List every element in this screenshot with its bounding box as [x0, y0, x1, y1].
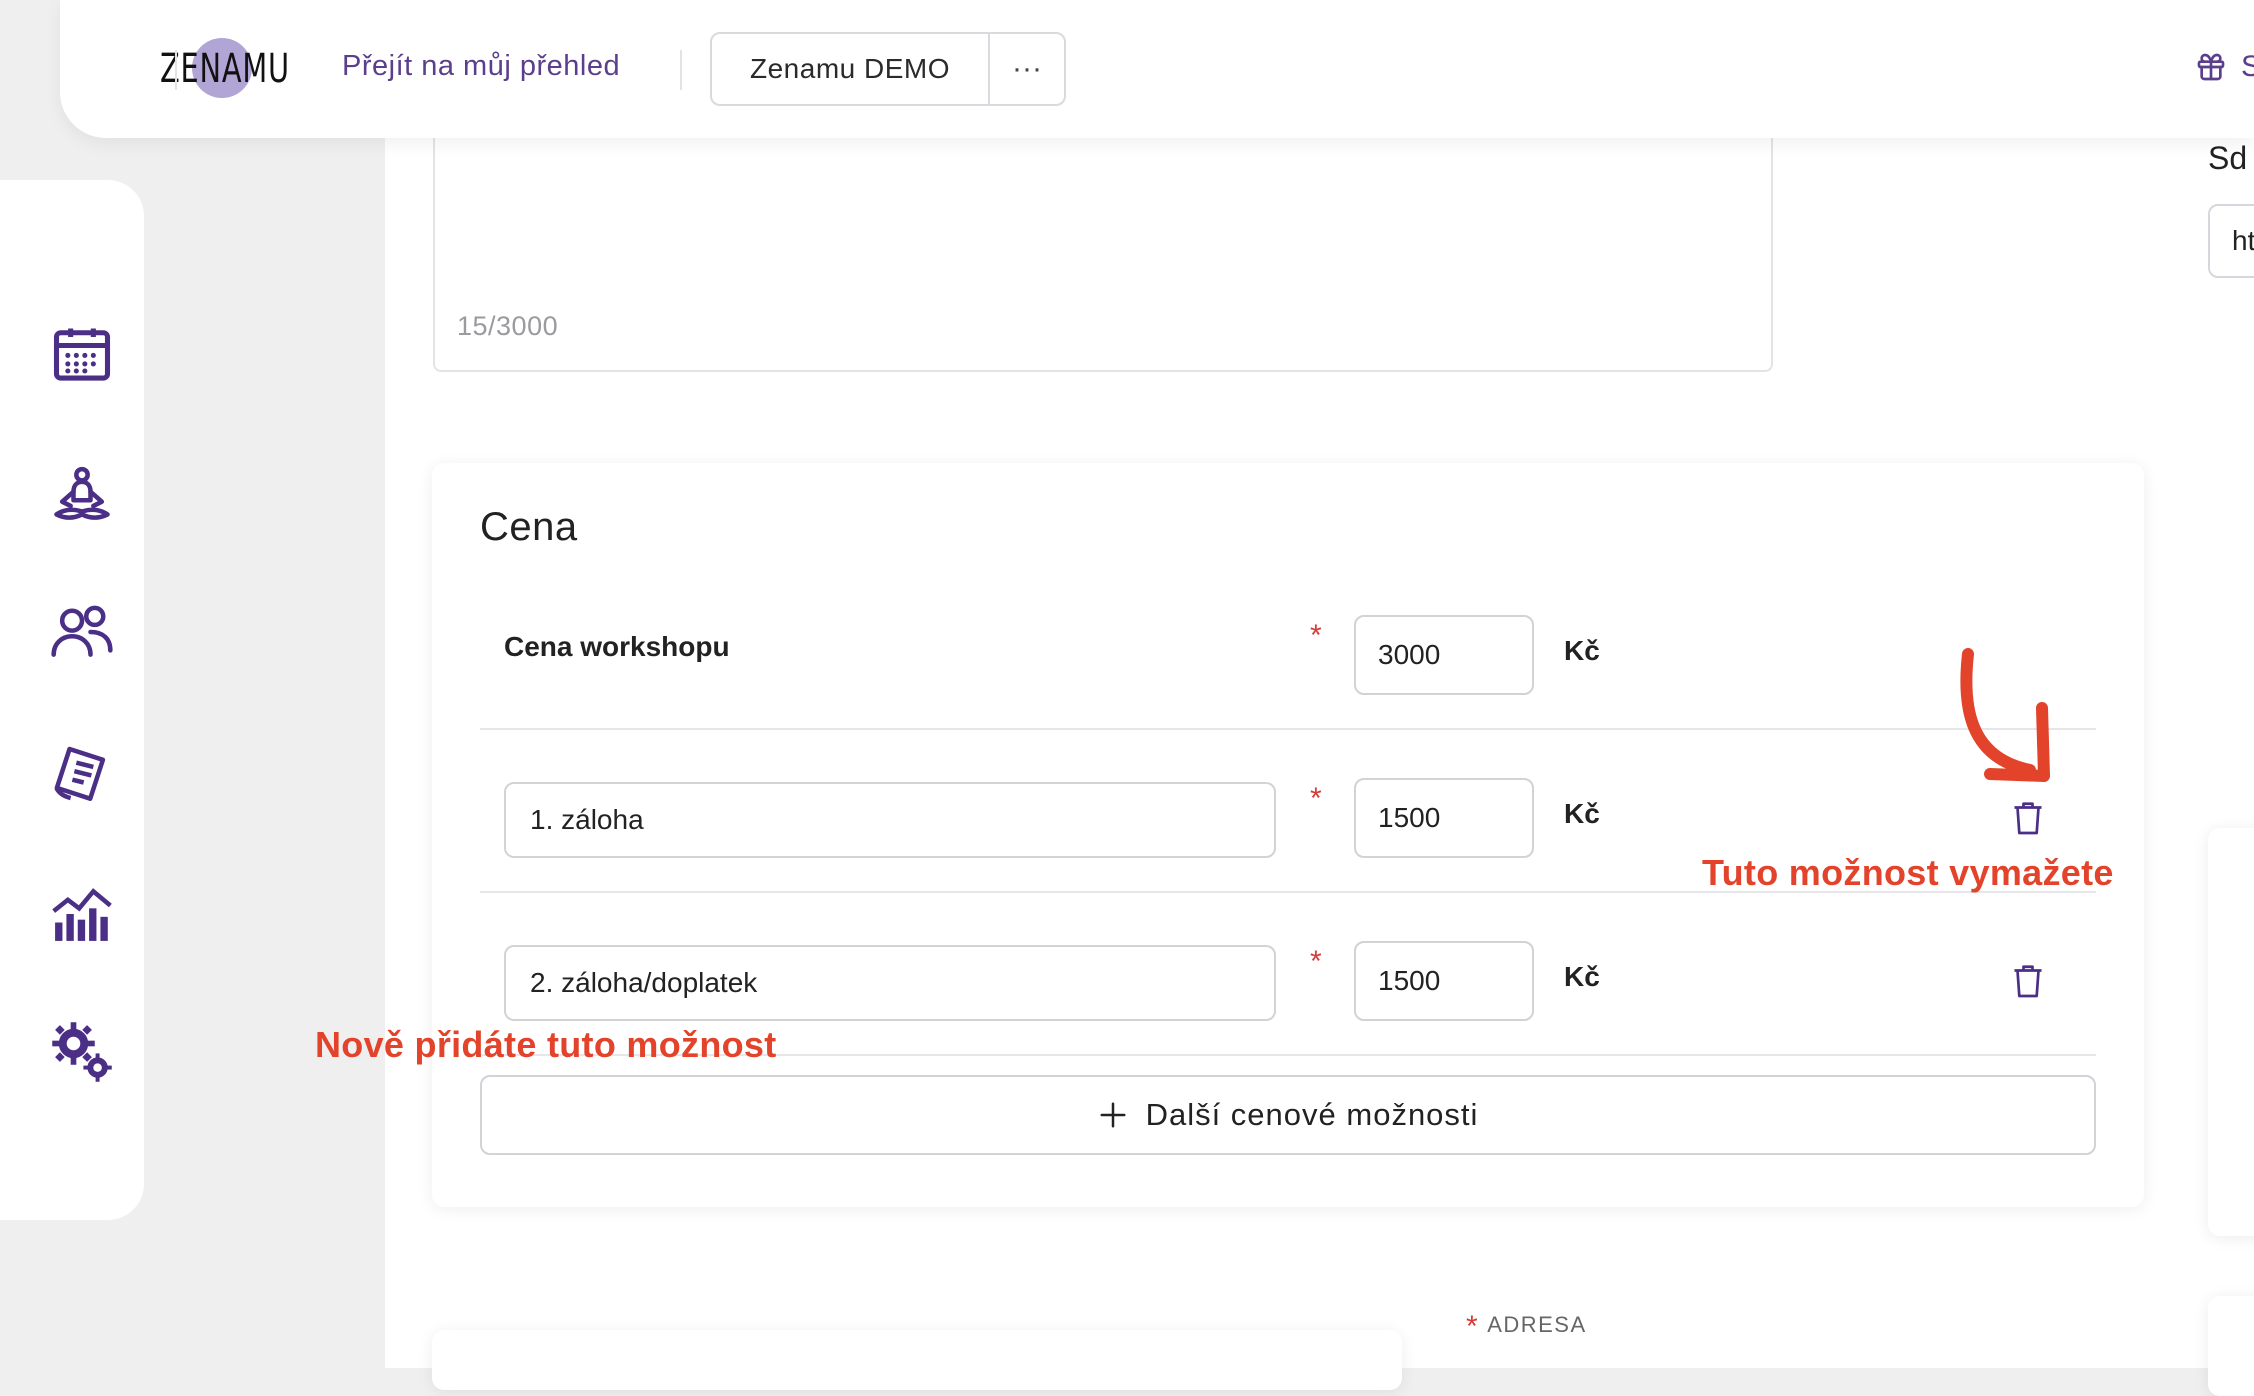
- gift-icon: [2197, 53, 2225, 81]
- overview-link[interactable]: Přejít na můj přehled: [342, 50, 620, 83]
- divider: [680, 50, 682, 90]
- currency-label: Kč: [1564, 961, 1600, 992]
- sidebar-item-classes[interactable]: [48, 462, 116, 530]
- required-mark: *: [1310, 619, 1322, 652]
- price-card-title: Cena: [480, 505, 578, 549]
- document-icon: [54, 746, 106, 801]
- add-price-option-label: Další cenové možnosti: [1145, 1097, 1479, 1132]
- required-mark: *: [1310, 782, 1322, 815]
- price-option-name-input[interactable]: 1. záloha: [504, 782, 1276, 858]
- price-amount-input[interactable]: 1500: [1354, 941, 1534, 1021]
- price-amount-input[interactable]: 3000: [1354, 615, 1534, 695]
- currency-label: Kč: [1564, 635, 1600, 666]
- delete-price-option-button[interactable]: [2010, 961, 2046, 1001]
- sidebar-item-settings[interactable]: [48, 1018, 116, 1086]
- delete-price-option-button[interactable]: [2010, 798, 2046, 838]
- character-counter: 15/3000: [457, 311, 559, 341]
- required-mark: *: [1466, 1310, 1480, 1343]
- more-options-button[interactable]: ···: [990, 34, 1064, 104]
- annotation-arrow-icon: [1960, 648, 2050, 782]
- sidebar: [0, 180, 144, 1220]
- organization-switcher: Zenamu DEMO ···: [710, 32, 1066, 106]
- manage-link-label: Sprá: [2241, 50, 2254, 83]
- users-icon: [51, 605, 113, 657]
- address-label-text: ADRESA: [1487, 1312, 1587, 1337]
- add-price-option-button[interactable]: Další cenové možnosti: [480, 1075, 2096, 1155]
- sidebar-item-calendar[interactable]: [48, 320, 116, 388]
- address-label: * ADRESA: [1466, 1310, 1587, 1344]
- address-card: [432, 1330, 1402, 1390]
- trash-icon: [2014, 802, 2042, 835]
- right-panel-card: [2208, 1296, 2254, 1396]
- currency-label: Kč: [1564, 798, 1600, 829]
- plus-icon: [1100, 1102, 1126, 1128]
- right-section-label: Sd: [2208, 140, 2248, 176]
- price-row: Cena workshopu * 3000 Kč: [480, 565, 2096, 730]
- annotation-add-note: Nově přidáte tuto možnost: [315, 1024, 777, 1065]
- trash-icon: [2014, 965, 2042, 998]
- price-card: Cena Cena workshopu * 3000 Kč 1. záloha …: [432, 463, 2144, 1207]
- stats-icon: [52, 888, 112, 941]
- annotation-delete-note: Tuto možnost vymažete: [1702, 852, 2114, 893]
- sidebar-item-statistics[interactable]: [48, 880, 116, 948]
- calendar-icon: [53, 328, 111, 381]
- right-panel-card: [2208, 828, 2254, 1236]
- price-label: Cena workshopu: [504, 631, 730, 662]
- price-option-name-input[interactable]: 2. záloha/doplatek: [504, 945, 1276, 1021]
- top-bar: ZENAMU Přejít na můj přehled Zenamu DEMO…: [60, 0, 2254, 138]
- sidebar-item-clients[interactable]: [48, 598, 116, 666]
- meditation-icon: [54, 466, 110, 520]
- required-mark: *: [1310, 945, 1322, 978]
- right-url-input[interactable]: ht: [2208, 204, 2254, 278]
- description-textarea[interactable]: 15/3000: [433, 138, 1773, 372]
- divider: [175, 50, 177, 90]
- organization-name-button[interactable]: Zenamu DEMO: [712, 34, 990, 104]
- manage-link[interactable]: Sprá: [2195, 50, 2254, 84]
- settings-icon: [52, 1022, 112, 1082]
- zenamu-logo[interactable]: ZENAMU: [160, 28, 290, 108]
- sidebar-item-documents[interactable]: [48, 740, 116, 808]
- price-amount-input[interactable]: 1500: [1354, 778, 1534, 858]
- logo-text: ZENAMU: [160, 46, 290, 92]
